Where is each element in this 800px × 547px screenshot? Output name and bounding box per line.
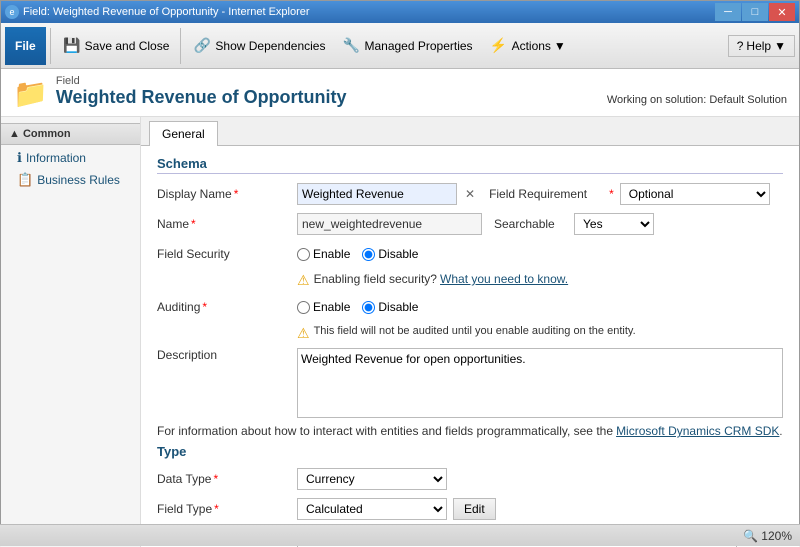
field-security-enable-option[interactable]: Enable xyxy=(297,247,350,261)
name-row: Name* Searchable Yes xyxy=(157,212,783,236)
window-title: Field: Weighted Revenue of Opportunity -… xyxy=(23,6,310,18)
field-security-warning-row: ⚠ Enabling field security? What you need… xyxy=(157,272,783,289)
status-bar: 🔍 120% xyxy=(0,524,800,546)
help-button[interactable]: ? Help ▼ xyxy=(728,35,795,57)
toolbar: File 💾 Save and Close 🔗 Show Dependencie… xyxy=(1,23,799,69)
searchable-select[interactable]: Yes xyxy=(574,213,654,235)
auditing-enable-radio[interactable] xyxy=(297,301,310,314)
field-security-warning-link[interactable]: What you need to know. xyxy=(440,272,568,286)
sidebar-item-information-label: Information xyxy=(26,151,86,165)
help-icon: ? xyxy=(737,39,744,53)
data-type-select[interactable]: Currency xyxy=(297,468,447,490)
searchable-label: Searchable xyxy=(488,217,568,231)
title-bar: e Field: Weighted Revenue of Opportunity… xyxy=(1,1,799,23)
description-textarea[interactable]: Weighted Revenue for open opportunities. xyxy=(297,348,783,418)
zoom-level: 120% xyxy=(761,529,792,543)
auditing-row: Auditing* Enable Disable xyxy=(157,295,783,319)
business-rules-icon: 📋 xyxy=(17,172,33,188)
managed-properties-button[interactable]: 🔧 Managed Properties xyxy=(334,27,479,65)
minimize-button[interactable]: ─ xyxy=(715,3,741,21)
tab-bar: General xyxy=(141,117,799,146)
description-label: Description xyxy=(157,348,297,362)
field-security-radio-group: Enable Disable xyxy=(297,247,418,261)
entity-icon: 📁 xyxy=(13,77,48,110)
display-name-row: Display Name* ✕ Field Requirement* Optio… xyxy=(157,182,783,206)
close-button[interactable]: ✕ xyxy=(769,3,795,21)
field-security-row: Field Security Enable Disable xyxy=(157,242,783,266)
properties-icon: 🔧 xyxy=(341,36,361,56)
field-requirement-label: Field Requirement xyxy=(483,187,603,201)
auditing-radio-group: Enable Disable xyxy=(297,300,418,314)
entity-name: Weighted Revenue of Opportunity xyxy=(56,87,347,108)
actions-button[interactable]: ⚡ Actions ▼ xyxy=(482,27,573,65)
app-icon: e xyxy=(5,5,19,19)
form-content: Schema Display Name* ✕ Field Requirement… xyxy=(141,146,799,547)
page-title-area: Field Weighted Revenue of Opportunity xyxy=(56,75,347,108)
info-text-row: For information about how to interact wi… xyxy=(157,424,783,438)
dynamics-crm-sdk-link[interactable]: Microsoft Dynamics CRM SDK xyxy=(616,424,779,438)
auditing-label: Auditing* xyxy=(157,300,297,314)
auditing-warning-row: ⚠ This field will not be audited until y… xyxy=(157,325,783,342)
field-security-disable-radio[interactable] xyxy=(362,248,375,261)
zoom-info: 🔍 120% xyxy=(743,529,792,543)
field-security-warning-icon: ⚠ xyxy=(297,272,310,289)
field-security-label: Field Security xyxy=(157,247,297,261)
sidebar-item-business-rules-label: Business Rules xyxy=(37,173,120,187)
field-type-row: Field Type* Calculated Edit xyxy=(157,497,783,521)
information-icon: ℹ xyxy=(17,150,22,166)
tab-general[interactable]: General xyxy=(149,121,218,146)
field-security-enable-radio[interactable] xyxy=(297,248,310,261)
entity-type: Field xyxy=(56,75,347,87)
field-type-select[interactable]: Calculated xyxy=(297,498,447,520)
save-close-button[interactable]: 💾 Save and Close xyxy=(55,27,177,65)
field-security-disable-option[interactable]: Disable xyxy=(362,247,418,261)
sidebar-section-common: ▲ Common xyxy=(1,123,140,145)
field-security-warning-text: Enabling field security? What you need t… xyxy=(314,272,569,286)
auditing-warning-icon: ⚠ xyxy=(297,325,310,342)
display-name-clear-button[interactable]: ✕ xyxy=(463,187,477,201)
separator-2 xyxy=(180,28,181,64)
form-area: General Schema Display Name* ✕ Field Req… xyxy=(141,117,799,547)
type-section-title: Type xyxy=(157,444,783,459)
save-icon: 💾 xyxy=(62,36,82,56)
zoom-icon: 🔍 xyxy=(743,529,758,543)
page-header: 📁 Field Weighted Revenue of Opportunity … xyxy=(1,69,799,117)
field-type-controls: Calculated Edit xyxy=(297,498,783,520)
sidebar-item-information[interactable]: ℹ Information xyxy=(1,147,140,169)
field-requirement-select[interactable]: Optional xyxy=(620,183,770,205)
separator-1 xyxy=(50,28,51,64)
name-controls: Searchable Yes xyxy=(297,213,783,235)
description-row: Description Weighted Revenue for open op… xyxy=(157,348,783,418)
restore-button[interactable]: □ xyxy=(742,3,768,21)
actions-icon: ⚡ xyxy=(489,36,509,56)
auditing-enable-option[interactable]: Enable xyxy=(297,300,350,314)
content-area: ▲ Common ℹ Information 📋 Business Rules … xyxy=(1,117,799,547)
show-dependencies-button[interactable]: 🔗 Show Dependencies xyxy=(185,27,332,65)
edit-button[interactable]: Edit xyxy=(453,498,496,520)
actions-dropdown-arrow: ▼ xyxy=(554,39,566,53)
window-controls: ─ □ ✕ xyxy=(715,3,795,21)
data-type-label: Data Type* xyxy=(157,472,297,486)
schema-section-title: Schema xyxy=(157,156,783,174)
display-name-input[interactable] xyxy=(297,183,457,205)
working-on-label: Working on solution: Default Solution xyxy=(607,94,787,110)
sidebar: ▲ Common ℹ Information 📋 Business Rules xyxy=(1,117,141,547)
name-label: Name* xyxy=(157,217,297,231)
display-name-label: Display Name* xyxy=(157,187,297,201)
file-button[interactable]: File xyxy=(5,27,46,65)
auditing-disable-option[interactable]: Disable xyxy=(362,300,418,314)
auditing-disable-radio[interactable] xyxy=(362,301,375,314)
field-type-label: Field Type* xyxy=(157,502,297,516)
display-name-controls: ✕ Field Requirement* Optional xyxy=(297,183,783,205)
dependencies-icon: 🔗 xyxy=(192,36,212,56)
sidebar-item-business-rules[interactable]: 📋 Business Rules xyxy=(1,169,140,191)
page-header-left: 📁 Field Weighted Revenue of Opportunity xyxy=(13,75,347,110)
data-type-row: Data Type* Currency xyxy=(157,467,783,491)
auditing-warning-text: This field will not be audited until you… xyxy=(314,325,636,337)
help-dropdown-arrow: ▼ xyxy=(774,39,786,53)
main-container: 📁 Field Weighted Revenue of Opportunity … xyxy=(1,69,799,547)
name-input[interactable] xyxy=(297,213,482,235)
